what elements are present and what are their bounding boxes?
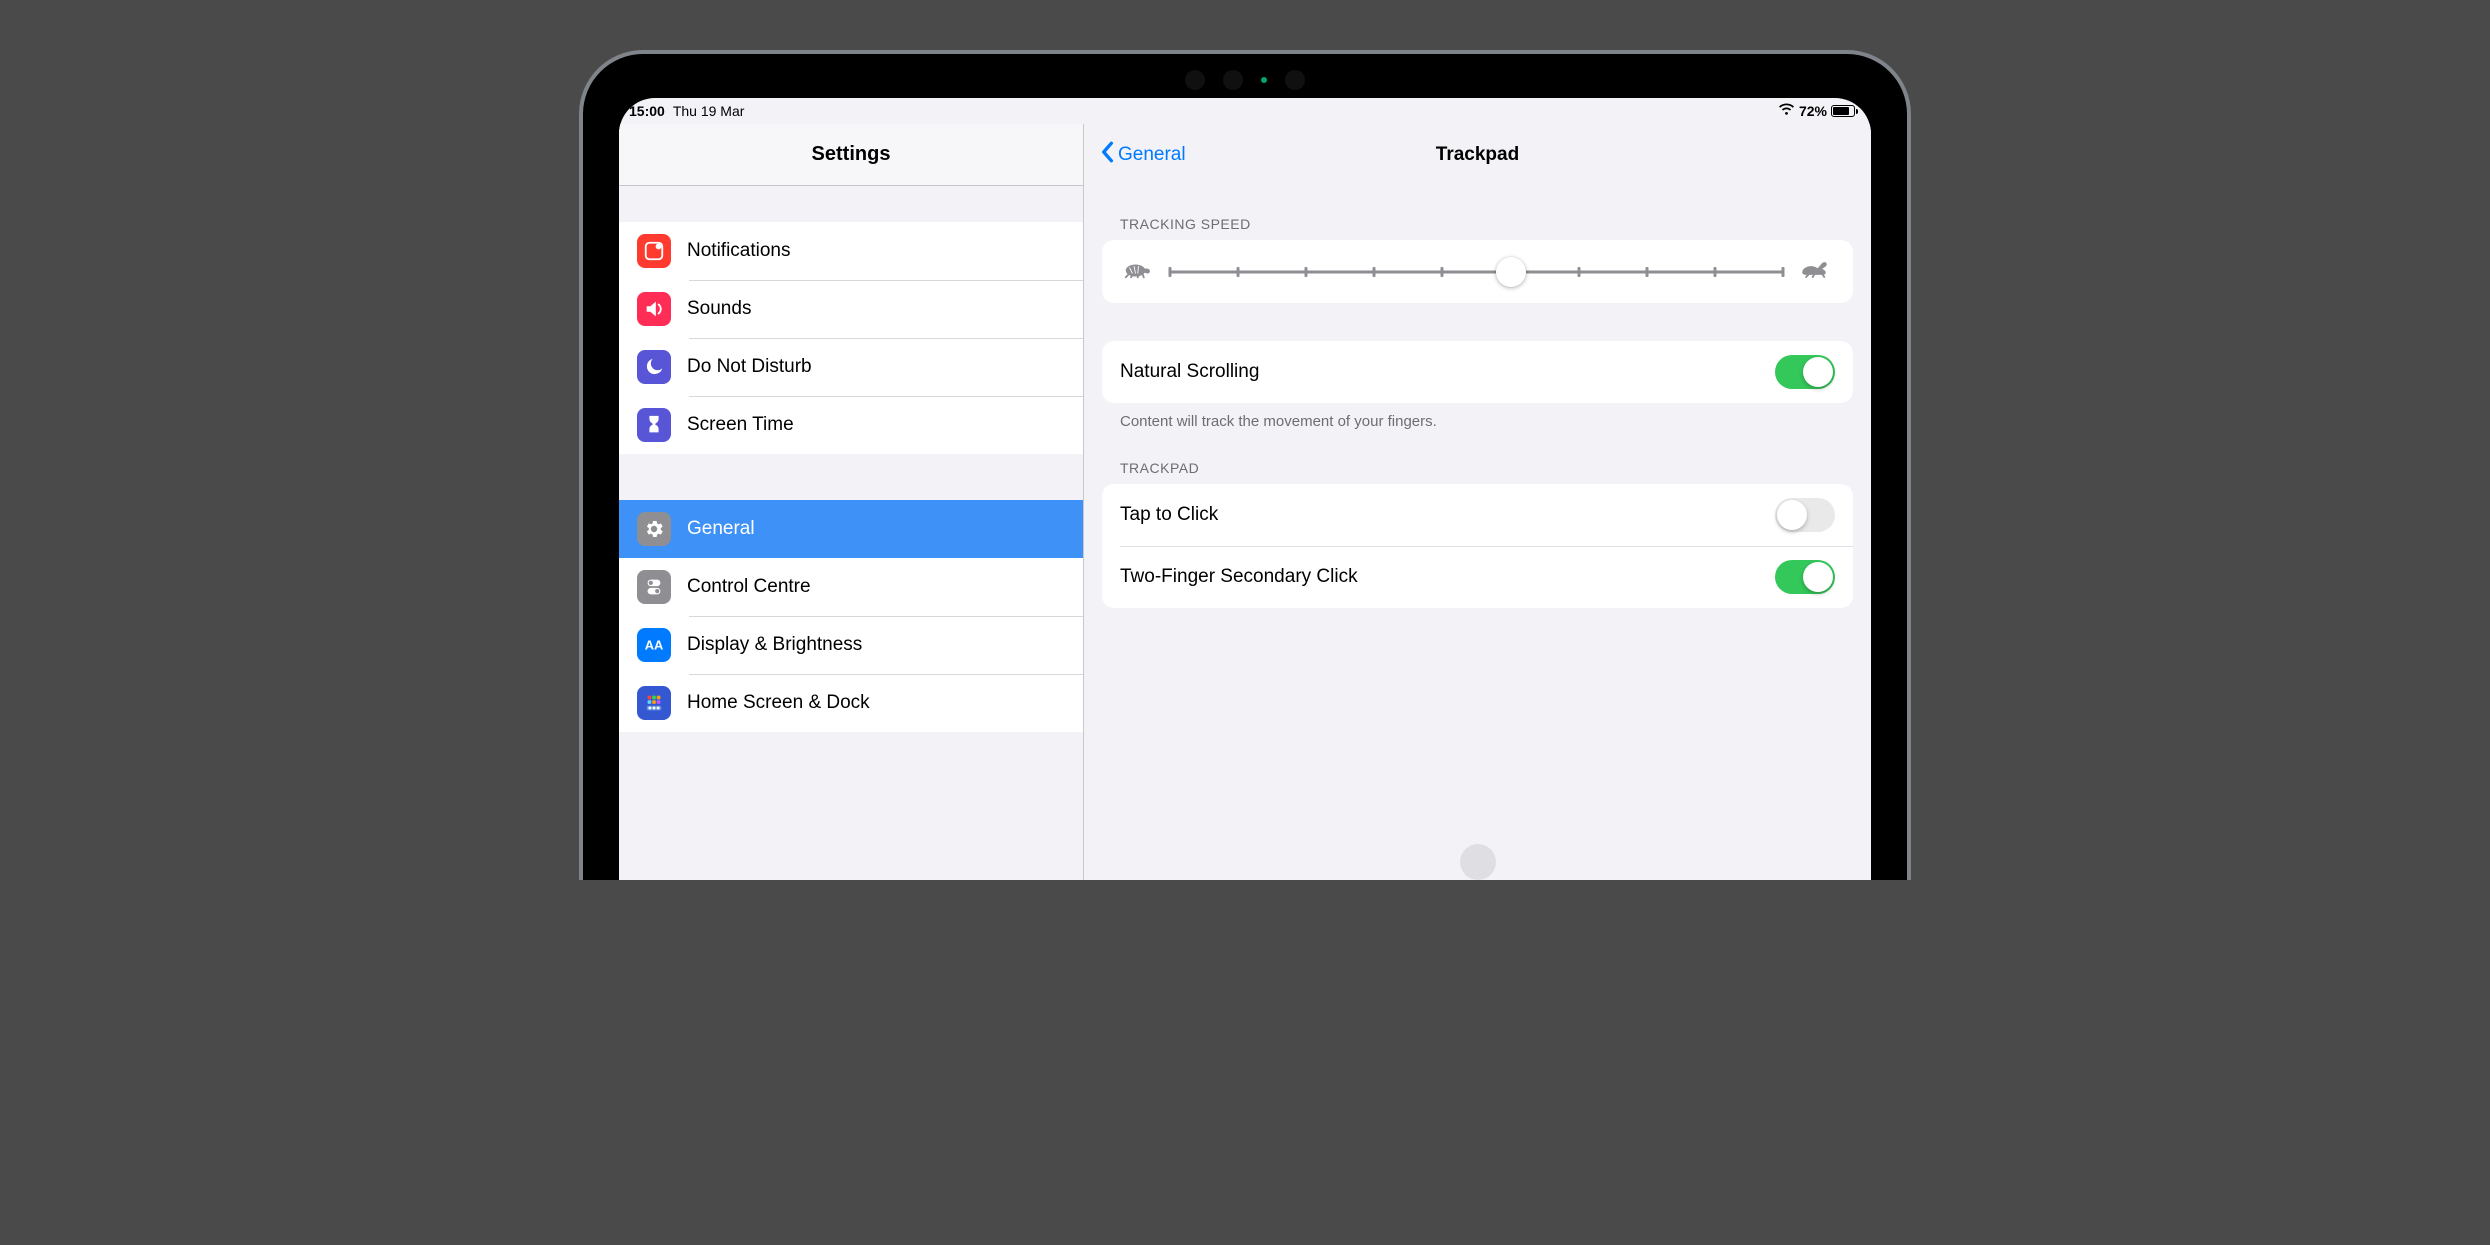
two-finger-secondary-click-label: Two-Finger Secondary Click (1120, 566, 1358, 588)
sidebar-item-label: Sounds (687, 298, 751, 320)
sidebar-title: Settings (619, 124, 1083, 186)
sidebar-item-sounds[interactable]: Sounds (619, 280, 1083, 338)
sidebar-item-label: Control Centre (687, 576, 811, 598)
chevron-left-icon (1098, 141, 1116, 169)
two-finger-secondary-click-switch[interactable] (1775, 560, 1835, 594)
tap-to-click-switch[interactable] (1775, 498, 1835, 532)
sidebar-group-2: General Control Centre AA Display & Brig… (619, 500, 1083, 732)
natural-scrolling-label: Natural Scrolling (1120, 361, 1259, 383)
sidebar-item-label: Home Screen & Dock (687, 692, 870, 714)
dnd-icon (637, 350, 671, 384)
ipad-device-frame: 15:00 Thu 19 Mar 72% Settings (579, 50, 1911, 880)
trackpad-card: Tap to Click Two-Finger Secondary Click (1102, 484, 1853, 608)
homescreen-icon (637, 686, 671, 720)
sidebar-item-label: General (687, 518, 755, 540)
sidebar-item-general[interactable]: General (619, 500, 1083, 558)
section-header-tracking-speed: TRACKING SPEED (1120, 216, 1853, 232)
detail-header: General Trackpad (1084, 124, 1871, 186)
settings-sidebar: Settings Notifications Sounds (619, 124, 1084, 880)
control-centre-icon (637, 570, 671, 604)
tap-to-click-row: Tap to Click (1102, 484, 1853, 546)
cursor-indicator (1460, 844, 1496, 880)
sidebar-item-control-centre[interactable]: Control Centre (619, 558, 1083, 616)
camera-cluster (583, 60, 1907, 100)
sounds-icon (637, 292, 671, 326)
wifi-icon (1778, 103, 1795, 120)
status-time: 15:00 (629, 103, 665, 119)
status-bar: 15:00 Thu 19 Mar 72% (619, 98, 1871, 124)
sidebar-item-label: Display & Brightness (687, 634, 862, 656)
status-date: Thu 19 Mar (673, 103, 745, 119)
sidebar-item-do-not-disturb[interactable]: Do Not Disturb (619, 338, 1083, 396)
two-finger-secondary-click-row: Two-Finger Secondary Click (1102, 546, 1853, 608)
detail-title: Trackpad (1084, 144, 1871, 166)
hare-icon (1801, 258, 1833, 285)
display-icon: AA (637, 628, 671, 662)
sidebar-group-1: Notifications Sounds Do Not Disturb (619, 222, 1083, 454)
natural-scrolling-note: Content will track the movement of your … (1120, 413, 1853, 430)
screen: 15:00 Thu 19 Mar 72% Settings (619, 98, 1871, 880)
sidebar-item-notifications[interactable]: Notifications (619, 222, 1083, 280)
sidebar-item-screen-time[interactable]: Screen Time (619, 396, 1083, 454)
screentime-icon (637, 408, 671, 442)
slider-thumb[interactable] (1496, 257, 1526, 287)
detail-pane: General Trackpad TRACKING SPEED (1084, 124, 1871, 880)
natural-scrolling-card: Natural Scrolling (1102, 341, 1853, 403)
sidebar-item-display-brightness[interactable]: AA Display & Brightness (619, 616, 1083, 674)
back-label: General (1118, 144, 1186, 166)
battery-icon (1831, 105, 1855, 117)
sidebar-item-label: Screen Time (687, 414, 794, 436)
section-header-trackpad: TRACKPAD (1120, 460, 1853, 476)
back-button[interactable]: General (1098, 141, 1186, 169)
device-side-button (1907, 94, 1911, 184)
svg-text:AA: AA (645, 638, 664, 653)
natural-scrolling-row: Natural Scrolling (1102, 341, 1853, 403)
sidebar-item-home-screen-dock[interactable]: Home Screen & Dock (619, 674, 1083, 732)
tap-to-click-label: Tap to Click (1120, 504, 1218, 526)
sidebar-item-label: Notifications (687, 240, 791, 262)
status-battery-percent: 72% (1799, 103, 1827, 119)
tracking-speed-card (1102, 240, 1853, 303)
general-icon (637, 512, 671, 546)
notifications-icon (637, 234, 671, 268)
sidebar-item-label: Do Not Disturb (687, 356, 812, 378)
natural-scrolling-switch[interactable] (1775, 355, 1835, 389)
tortoise-icon (1122, 258, 1152, 285)
tracking-speed-slider[interactable] (1170, 260, 1783, 284)
